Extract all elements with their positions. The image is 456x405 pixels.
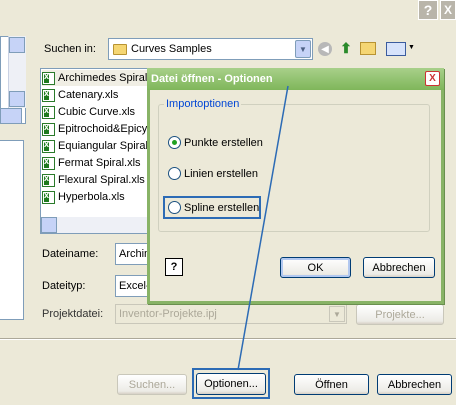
annotation-line [237,85,289,371]
annotation-connector [237,85,289,371]
